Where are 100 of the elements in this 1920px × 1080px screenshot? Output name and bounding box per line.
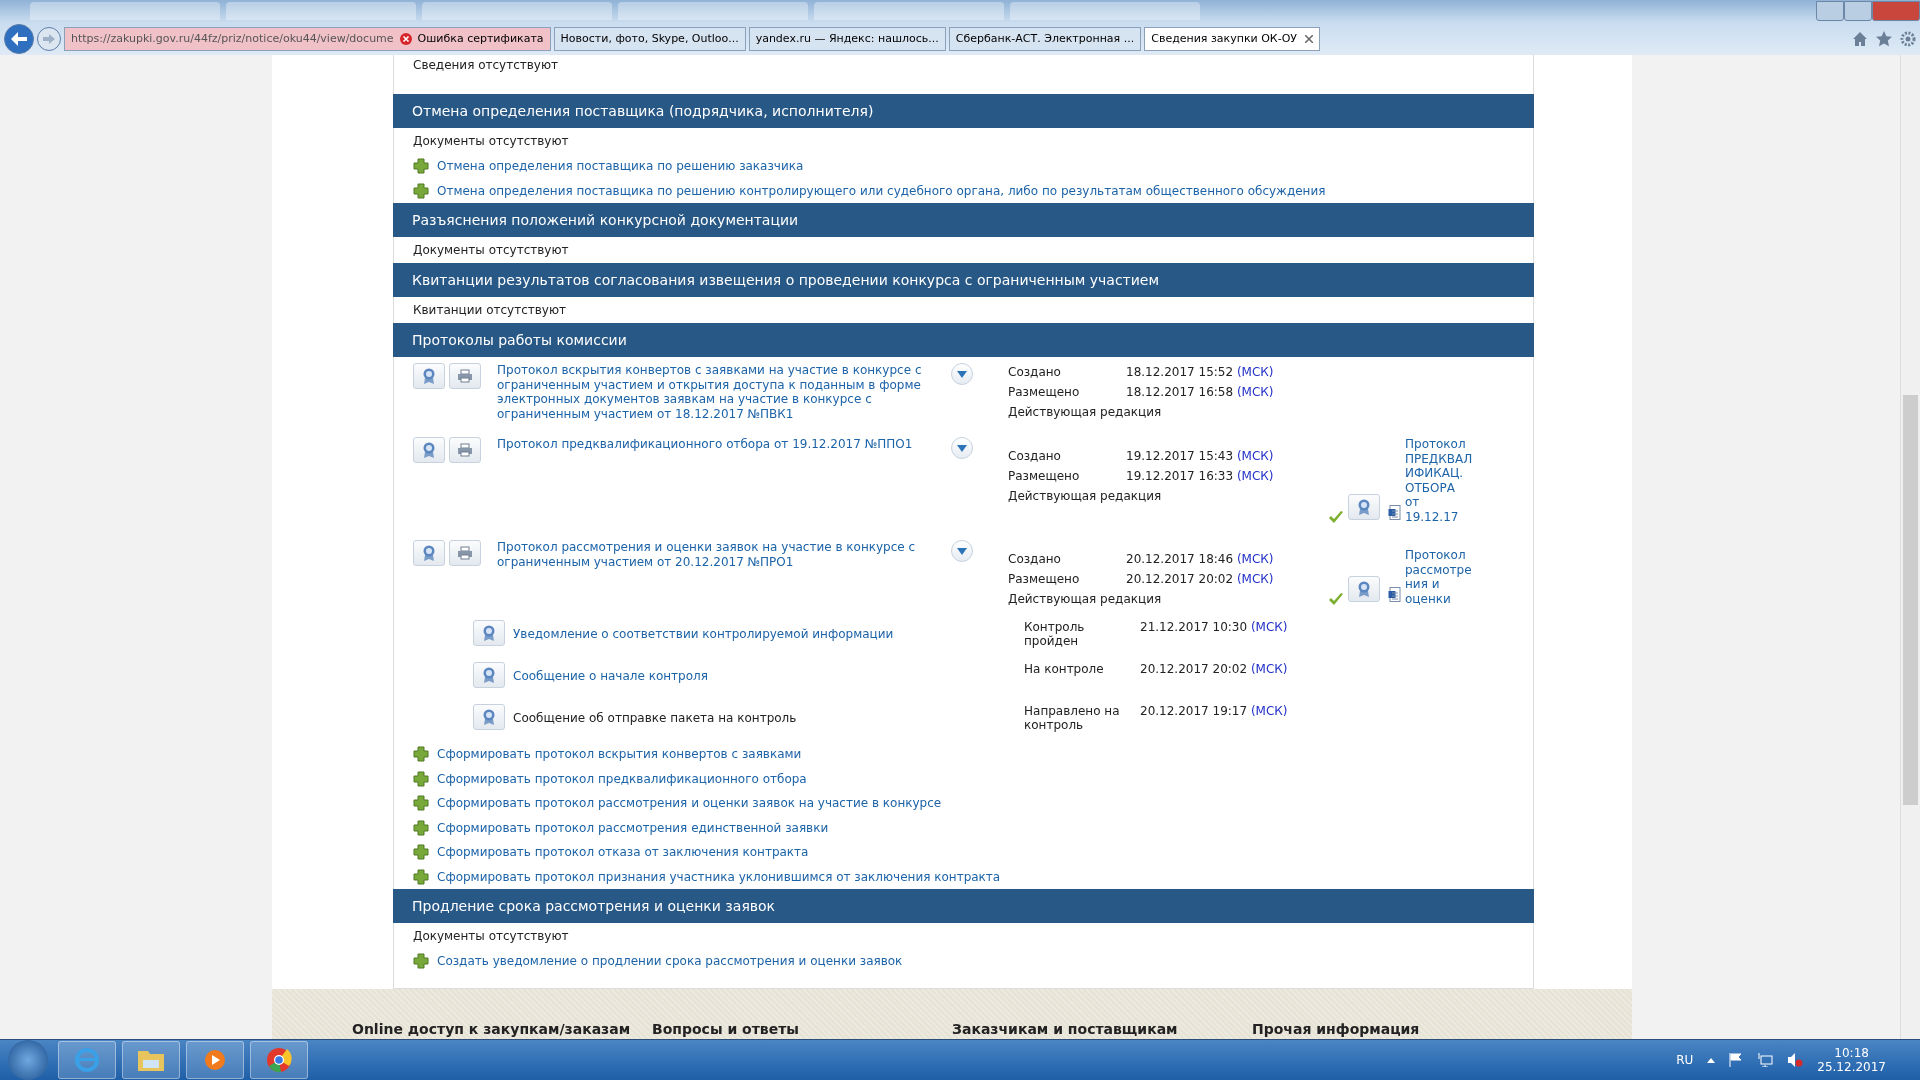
printer-icon xyxy=(457,369,473,383)
meta-date: 21.12.2017 10:30 xyxy=(1140,620,1248,636)
forward-button[interactable] xyxy=(37,26,61,51)
footer-heading[interactable]: Заказчикам и поставщикам xyxy=(952,1021,1252,1037)
clock-date[interactable]: 25.12.2017 xyxy=(1817,1060,1886,1074)
caret-icon xyxy=(957,547,967,555)
print-button[interactable] xyxy=(449,363,481,389)
signature-button[interactable] xyxy=(1348,494,1380,520)
minimize-button[interactable] xyxy=(1816,1,1844,21)
taskbar-player-button[interactable] xyxy=(186,1041,244,1079)
browser-tab[interactable]: Новости, фото, Skype, Outloo... xyxy=(553,26,746,51)
timezone-label: (МСК) xyxy=(1235,552,1274,566)
expand-button[interactable] xyxy=(951,437,973,459)
signature-button[interactable] xyxy=(413,363,445,389)
taskbar-browser-button[interactable] xyxy=(58,1041,116,1079)
action-link[interactable]: Сформировать протокол признания участника уклонившимся от заключения контракта xyxy=(437,869,1001,884)
maximize-button[interactable] xyxy=(1844,1,1872,21)
printer-icon xyxy=(457,546,473,560)
empty-note: Документы отсутствуют xyxy=(412,242,570,259)
empty-note: Документы отсутствуют xyxy=(412,928,570,945)
flag-icon[interactable] xyxy=(1729,1053,1744,1067)
signature-button[interactable] xyxy=(473,620,505,646)
event-link[interactable]: Сообщение о начале контроля xyxy=(513,669,708,683)
meta-label: На контроле xyxy=(1024,662,1105,676)
meta-label: Контроль пройден xyxy=(1024,620,1086,648)
printer-icon xyxy=(457,443,473,457)
back-button[interactable] xyxy=(4,23,34,54)
action-link[interactable]: Сформировать протокол предквалификационного отбора xyxy=(437,771,807,786)
home-icon[interactable] xyxy=(1852,30,1868,47)
close-icon[interactable] xyxy=(1305,34,1313,43)
address-bar[interactable]: https://zakupki.gov.ru/44fz/priz/notice/oku44/view/docume Ошибка сертификата xyxy=(64,26,551,51)
action-link[interactable]: Сформировать протокол рассмотрения и оценки заявок на участие в конкурсе xyxy=(437,796,942,811)
expand-button[interactable] xyxy=(951,540,973,562)
caret-icon[interactable] xyxy=(1707,1057,1716,1063)
signature-button[interactable] xyxy=(1348,576,1380,602)
taskbar-folder-button[interactable] xyxy=(122,1041,180,1079)
language-indicator[interactable]: RU xyxy=(1676,1053,1694,1067)
edition-status: Действующая редакция xyxy=(1008,489,1163,503)
timezone-label: (МСК) xyxy=(1249,620,1288,636)
event-link[interactable]: Уведомление о соответствии контролируемой информации xyxy=(513,627,894,641)
action-link[interactable]: Создать уведомление о продлении срока рассмотрения и оценки заявок xyxy=(437,954,903,969)
meta-label: Создано xyxy=(1008,552,1062,566)
action-link[interactable]: Сформировать протокол рассмотрения единственной заявки xyxy=(437,820,829,835)
plus-icon xyxy=(413,182,429,199)
footer-heading[interactable]: Вопросы и ответы xyxy=(652,1021,952,1037)
settings-icon[interactable] xyxy=(1900,30,1916,47)
seal-icon xyxy=(1357,499,1371,515)
network-icon[interactable] xyxy=(1757,1053,1774,1067)
timezone-label: (МСК) xyxy=(1235,365,1274,379)
section-header: Протоколы работы комиссии xyxy=(393,323,1534,357)
seal-icon xyxy=(482,667,496,683)
start-button[interactable] xyxy=(8,1040,48,1080)
seal-icon xyxy=(422,545,436,561)
browser-icon xyxy=(73,1046,101,1074)
arrow-icon xyxy=(43,33,55,44)
clock-time[interactable]: 10:18 xyxy=(1834,1046,1869,1060)
section-header: Продление срока рассмотрения и оценки заявок xyxy=(393,889,1534,923)
meta-date: 20.12.2017 19:17 xyxy=(1140,704,1248,720)
timezone-label: (МСК) xyxy=(1249,704,1288,720)
action-link[interactable]: Отмена определения поставщика по решению заказчика xyxy=(437,159,804,174)
action-link[interactable]: Сформировать протокол вскрытия конвертов с заявками xyxy=(437,747,802,762)
plus-icon xyxy=(413,868,429,885)
section-header: Квитанции результатов согласования извещения о проведении конкурса с ограниченным участием xyxy=(393,263,1534,297)
signature-button[interactable] xyxy=(413,540,445,566)
print-button[interactable] xyxy=(449,540,481,566)
print-button[interactable] xyxy=(449,437,481,463)
footer-heading[interactable]: Прочая информация xyxy=(1252,1021,1552,1037)
signature-button[interactable] xyxy=(473,662,505,688)
document-icon[interactable] xyxy=(1388,587,1401,602)
taskbar-browser-button[interactable] xyxy=(250,1041,308,1079)
timezone-label: (МСК) xyxy=(1235,572,1274,586)
plus-icon xyxy=(413,795,429,812)
meta-date: 19.12.2017 16:33 xyxy=(1126,469,1234,483)
protocol-link[interactable]: Протокол рассмотрения и оценки заявок на участие в конкурсе с ограниченным участием от 20.12.2017 №ПРО1 xyxy=(497,540,927,569)
document-icon[interactable] xyxy=(1388,505,1401,520)
timezone-label: (МСК) xyxy=(1249,662,1288,676)
plus-icon xyxy=(413,770,429,787)
meta-date: 18.12.2017 15:52 xyxy=(1126,365,1234,379)
meta-date: 20.12.2017 18:46 xyxy=(1126,552,1234,566)
browser-tab[interactable]: Сбербанк-АСТ. Электронная ... xyxy=(948,26,1142,51)
scrollbar[interactable] xyxy=(1900,55,1920,1039)
browser-tab[interactable]: yandex.ru — Яндекс: нашлось... xyxy=(748,26,946,51)
empty-note: Документы отсутствуют xyxy=(412,133,570,150)
footer-heading[interactable]: Online доступ к закупкам/заказам xyxy=(352,1021,652,1037)
seal-icon xyxy=(482,709,496,725)
meta-date: 20.12.2017 20:02 xyxy=(1140,662,1248,676)
star-icon[interactable] xyxy=(1876,30,1892,47)
signature-button[interactable] xyxy=(413,437,445,463)
signature-button[interactable] xyxy=(473,704,505,730)
action-link[interactable]: Отмена определения поставщика по решению контролирующего или судебного органа, либо по результатам общественного обсуждения xyxy=(437,183,1326,198)
seal-icon xyxy=(422,368,436,384)
browser-tab[interactable]: Сведения закупки ОК-ОУ xyxy=(1144,26,1320,51)
section-header: Отмена определения поставщика (подрядчика, исполнителя) xyxy=(393,94,1534,128)
muted-speaker-icon[interactable] xyxy=(1787,1053,1804,1067)
protocol-link[interactable]: Протокол предквалификационного отбора от 19.12.2017 №ППО1 xyxy=(497,437,927,452)
empty-note: Квитанции отсутствуют xyxy=(412,302,568,319)
expand-button[interactable] xyxy=(951,363,973,385)
action-link[interactable]: Сформировать протокол отказа от заключения контракта xyxy=(437,845,809,860)
protocol-link[interactable]: Протокол вскрытия конвертов с заявками на участие в конкурсе с ограниченным участием и открытия доступа к поданным в форме электронных документов заявкам на участие в конкурсе с ограниченным участием от 18.12.2017 №ПВК1 xyxy=(497,363,927,421)
certificate-error[interactable]: Ошибка сертификата xyxy=(417,32,544,45)
